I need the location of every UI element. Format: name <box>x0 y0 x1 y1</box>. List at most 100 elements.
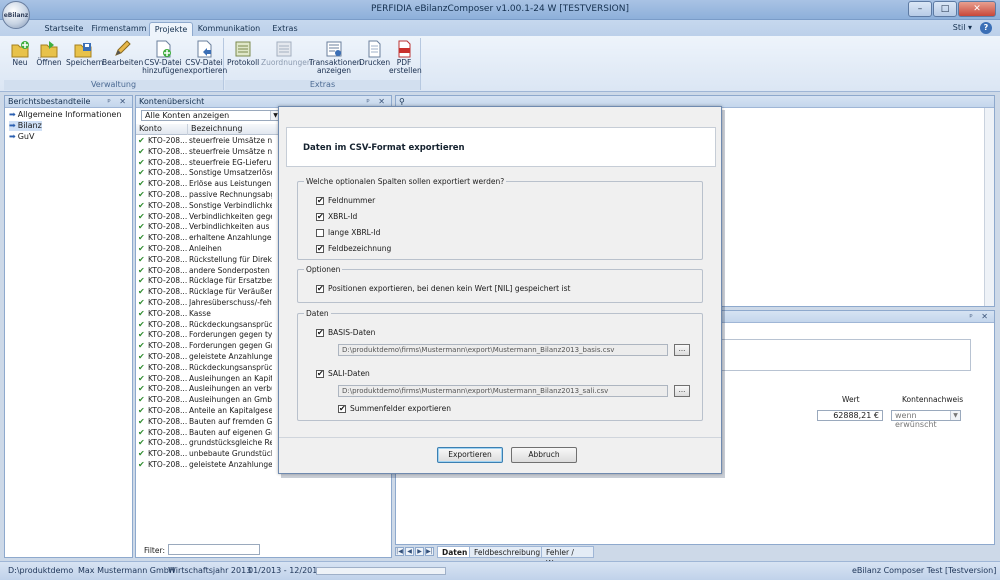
open-button[interactable]: Öffnen <box>36 40 62 67</box>
app-menu-button[interactable]: eBilanz <box>2 1 30 29</box>
nav-next-button[interactable]: ▶ <box>415 547 424 556</box>
ribbon-tab-bar: Startseite Firmenstamm Projekte Kommunik… <box>0 20 1000 36</box>
checkbox-feldnummer[interactable]: ✔ Feldnummer <box>316 196 375 205</box>
checkbox-summenfelder[interactable]: ✔ Summenfelder exportieren <box>338 404 451 413</box>
csv-export-button[interactable]: CSV-Datei exportieren <box>184 40 227 75</box>
basis-browse-button[interactable]: ... <box>674 344 690 356</box>
filter-input[interactable] <box>168 544 260 555</box>
help-icon[interactable]: ? <box>980 22 992 34</box>
wert-input[interactable]: 62888,21 € <box>817 410 883 421</box>
tab-daten[interactable]: Daten <box>437 546 473 558</box>
print-button[interactable]: Drucken <box>359 40 390 67</box>
checkbox-lange-xbrl-id[interactable]: lange XBRL-Id <box>316 228 380 237</box>
cell-bezeichnung: steuerfreie Umsätze nach <box>189 146 272 156</box>
panel-pin-close-icons[interactable]: ᵖ ✕ <box>969 311 991 322</box>
account-filter-select[interactable]: Alle Konten anzeigen ▼ <box>141 110 281 121</box>
cell-bezeichnung: steuerfreie EG-Lieferunge <box>189 157 272 167</box>
tree-item-guv[interactable]: ➡ GuV <box>9 132 34 142</box>
checkmark-icon: ✔ <box>138 179 145 189</box>
transactions-button[interactable]: Transaktionen anzeigen <box>309 40 362 75</box>
kontennachweis-label: Kontennachweis <box>902 395 964 404</box>
checkmark-icon: ✔ <box>138 211 145 221</box>
cell-bezeichnung: unbebaute Grundstücke <box>189 449 272 459</box>
maximize-button[interactable]: □ <box>933 1 957 17</box>
search-icon[interactable]: ⚲ <box>399 97 405 106</box>
panel-pin-close-icons[interactable]: ᵖ ✕ <box>107 96 129 107</box>
nav-first-button[interactable]: |◀ <box>395 547 404 556</box>
cell-konto: KTO-208... <box>148 449 188 459</box>
dialog-header: Daten im CSV-Format exportieren <box>286 127 716 167</box>
cell-bezeichnung: Bauten auf eigenen Grund <box>189 427 272 437</box>
ribbon: Neu Öffnen Speichern Bearbeiten CSV-Date… <box>0 36 1000 92</box>
tab-projekte[interactable]: Projekte <box>149 22 193 36</box>
nav-prev-button[interactable]: ◀ <box>405 547 414 556</box>
checkbox-sali-daten[interactable]: ✔ SALI-Daten <box>316 369 370 378</box>
protocol-icon <box>235 41 251 57</box>
tab-extras[interactable]: Extras <box>266 22 304 36</box>
vertical-scrollbar[interactable] <box>984 108 994 306</box>
style-menu[interactable]: Stil ▾ <box>953 23 972 32</box>
cell-bezeichnung: steuerfreie Umsätze nach <box>189 136 272 145</box>
sali-browse-button[interactable]: ... <box>674 385 690 397</box>
columns-group-legend: Welche optionalen Spalten sollen exporti… <box>304 177 507 186</box>
cell-konto: KTO-208... <box>148 308 188 318</box>
basis-path-field[interactable]: D:\produktdemo\firms\Mustermann\export\M… <box>338 344 668 356</box>
checkmark-icon: ✔ <box>138 460 145 469</box>
cell-bezeichnung: Sonstige Verbindlichkeiten <box>189 200 272 210</box>
cancel-button[interactable]: Abbruch <box>511 447 577 463</box>
sali-path-field[interactable]: D:\produktdemo\firms\Mustermann\export\M… <box>338 385 668 397</box>
tab-startseite[interactable]: Startseite <box>38 22 90 36</box>
close-button[interactable]: ✕ <box>958 1 996 17</box>
checkmark-icon: ✔ <box>138 146 145 156</box>
pdf-button[interactable]: PDF erstellen <box>389 40 422 75</box>
group-label-verwaltung: Verwaltung <box>4 80 223 90</box>
cell-bezeichnung: Ausleihungen an GmbH-G <box>189 395 272 405</box>
checkmark-icon: ✔ <box>138 298 145 307</box>
edit-button[interactable]: Bearbeiten <box>102 40 143 67</box>
title-bar: PERFIDIA eBilanzComposer v1.00.1-24 W [T… <box>0 0 1000 20</box>
cell-bezeichnung: Rückdeckungsansprüche <box>189 319 272 329</box>
assignments-button[interactable]: Zuordnungen <box>261 40 312 67</box>
cell-konto: KTO-208... <box>148 319 188 329</box>
save-button[interactable]: Speichern <box>66 40 103 67</box>
cell-bezeichnung: andere Sonderposten <box>189 265 270 275</box>
transactions-icon <box>326 41 342 57</box>
export-button[interactable]: Exportieren <box>437 447 503 463</box>
checkbox-basis-daten[interactable]: ✔ BASIS-Daten <box>316 328 375 337</box>
new-button[interactable]: Neu <box>10 40 30 67</box>
checkbox-feldbezeichnung[interactable]: ✔ Feldbezeichnung <box>316 244 391 253</box>
protocol-button[interactable]: Protokoll <box>227 40 259 67</box>
tab-fehler-warnungen[interactable]: Fehler / Warnungen (0/0) <box>541 546 594 579</box>
checkmark-icon: ✔ <box>138 373 145 383</box>
tab-firmenstamm[interactable]: Firmenstamm <box>90 22 148 36</box>
cell-konto: KTO-208... <box>148 352 188 361</box>
cell-konto: KTO-208... <box>148 330 188 340</box>
nav-last-button[interactable]: ▶| <box>425 547 434 556</box>
cell-bezeichnung: erhaltene Anzahlungen au <box>189 233 272 243</box>
cell-konto: KTO-208... <box>148 287 188 297</box>
dialog-divider <box>279 437 721 438</box>
kontennachweis-select[interactable]: wenn erwünscht ▼ <box>891 410 961 429</box>
cell-konto: KTO-208... <box>148 168 188 178</box>
cell-bezeichnung: geleistete Anzahlungen(im <box>189 460 272 469</box>
checkbox-xbrl-id[interactable]: ✔ XBRL-Id <box>316 212 357 221</box>
tree-item-general[interactable]: ➡ Allgemeine Informationen <box>9 110 121 120</box>
cell-bezeichnung: geleistete Anzahlungen (V <box>189 352 272 361</box>
tab-kommunikation[interactable]: Kommunikation <box>196 22 262 36</box>
col-konto[interactable]: Konto <box>136 124 188 135</box>
arrow-right-icon: ➡ <box>9 132 16 141</box>
tab-feldbeschreibung[interactable]: Feldbeschreibung <box>469 546 546 558</box>
pencil-icon <box>115 40 131 56</box>
checkbox-export-nil[interactable]: ✔ Positionen exportieren, bei denen kein… <box>316 284 570 293</box>
checkmark-icon: ✔ <box>138 200 145 210</box>
print-icon <box>368 40 381 58</box>
csv-export-dialog: Daten im CSV-Format exportieren Welche o… <box>278 106 722 474</box>
checkmark-icon: ✔ <box>138 308 145 318</box>
report-parts-header: Berichtsbestandteile ᵖ ✕ <box>5 96 132 108</box>
cell-bezeichnung: grundstücksgleiche Recht <box>189 438 272 448</box>
status-bar: D:\produktdemo Max Mustermann GmbH Wirts… <box>0 561 1000 580</box>
csv-add-button[interactable]: CSV-Datei hinzufügen <box>142 40 184 75</box>
minimize-button[interactable]: – <box>908 1 932 17</box>
cell-bezeichnung: Verbindlichkeiten gegenü <box>189 211 272 221</box>
tree-item-bilanz[interactable]: ➡ Bilanz <box>9 121 42 131</box>
